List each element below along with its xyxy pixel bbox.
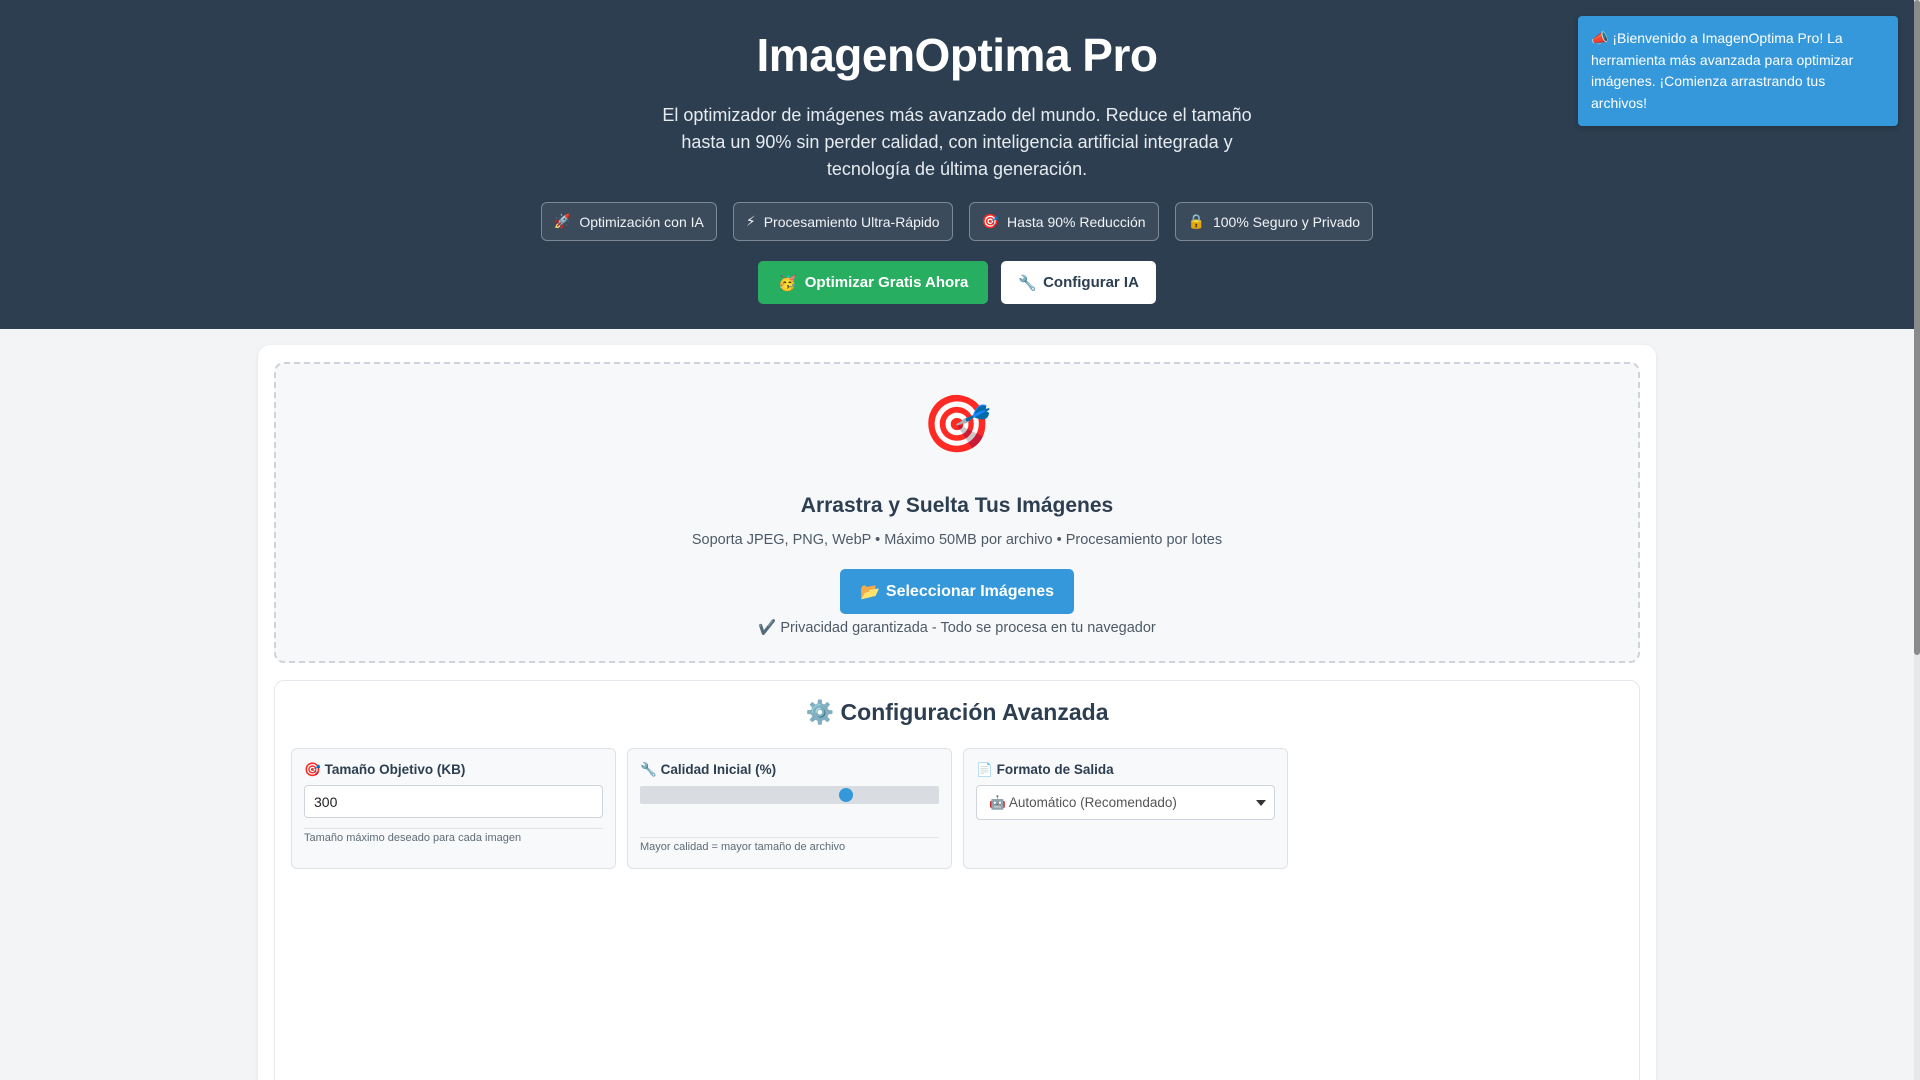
page-scrollbar[interactable] [1914, 0, 1920, 1080]
party-icon: 🥳 [778, 274, 797, 292]
output-format-value: 🤖 Automático (Recomendado) [989, 794, 1177, 810]
hero-actions: 🥳 Optimizar Gratis Ahora 🔧 Configurar IA [0, 261, 1914, 304]
feature-label: Procesamiento Ultra-Rápido [763, 213, 940, 230]
configure-ai-button[interactable]: 🔧 Configurar IA [1001, 261, 1156, 304]
configure-ai-label: Configurar IA [1043, 274, 1139, 291]
hero-subtitle: El optimizador de imágenes más avanzado … [662, 105, 1252, 179]
optimize-free-label: Optimizar Gratis Ahora [804, 274, 969, 291]
divider [640, 837, 939, 838]
chevron-down-icon [1256, 800, 1266, 806]
optimize-free-button[interactable]: 🥳 Optimizar Gratis Ahora [758, 261, 989, 304]
output-format-select[interactable]: 🤖 Automático (Recomendado) [976, 785, 1275, 820]
feature-label: Hasta 90% Reducción [1007, 213, 1146, 230]
quality-slider[interactable] [640, 786, 939, 804]
feature-label: 100% Seguro y Privado [1212, 213, 1361, 230]
privacy-text: Privacidad garantizada - Todo se procesa… [780, 620, 1156, 636]
target-icon: 🎯 [922, 392, 992, 455]
folder-icon: 📂 [859, 583, 880, 601]
document-icon: 📄 [976, 762, 993, 777]
config-title: ⚙️ Configuración Avanzada [275, 699, 1639, 726]
rocket-icon: 🚀 [553, 213, 572, 229]
wrench-icon: 🔧 [640, 762, 657, 777]
feature-badge-ai: 🚀 Optimización con IA [540, 202, 717, 241]
target-icon: 🎯 [981, 213, 999, 229]
select-images-label: Seleccionar Imágenes [885, 582, 1055, 600]
gear-icon: ⚙️ [805, 699, 835, 725]
scrollbar-thumb[interactable] [1914, 0, 1920, 655]
select-images-button[interactable]: 📂 Seleccionar Imágenes [839, 569, 1075, 614]
megaphone-icon: 📣 [1591, 30, 1609, 46]
feature-label: Optimización con IA [579, 213, 704, 230]
quality-slider-handle[interactable] [839, 788, 854, 802]
main-container: 🎯 Arrastra y Suelta Tus Imágenes Soporta… [258, 345, 1656, 1080]
lock-icon: 🔒 [1187, 213, 1205, 229]
dropzone-title: Arrastra y Suelta Tus Imágenes [800, 494, 1114, 517]
checkmark-icon: ✔️ [758, 620, 777, 636]
toast-text: ¡Bienvenido a ImagenOptima Pro! La herra… [1591, 30, 1854, 111]
feature-badge-security: 🔒 100% Seguro y Privado [1174, 202, 1374, 241]
quality-card: 🔧 Calidad Inicial (%) Mayor calidad = ma… [627, 748, 952, 869]
feature-badges: 🚀 Optimización con IA ⚡ Procesamiento Ul… [0, 202, 1914, 241]
wrench-icon: 🔧 [1018, 274, 1038, 292]
privacy-note: ✔️ Privacidad garantizada - Todo se proc… [276, 619, 1638, 636]
target-size-label-text: Tamaño Objetivo (KB) [324, 762, 466, 777]
feature-badge-speed: ⚡ Procesamiento Ultra-Rápido [732, 202, 953, 241]
quality-help: Mayor calidad = mayor tamaño de archivo [640, 841, 846, 853]
config-title-text: Configuración Avanzada [840, 699, 1109, 725]
format-label-text: Formato de Salida [996, 762, 1114, 777]
format-label: 📄 Formato de Salida [976, 762, 1114, 778]
target-size-card: 🎯 Tamaño Objetivo (KB) Tamaño máximo des… [291, 748, 616, 869]
quality-label: 🔧 Calidad Inicial (%) [640, 762, 776, 778]
target-size-help: Tamaño máximo deseado para cada imagen [304, 832, 522, 844]
target-size-input[interactable] [304, 785, 603, 818]
advanced-config-panel: ⚙️ Configuración Avanzada 🎯 Tamaño Objet… [274, 680, 1640, 1080]
lightning-icon: ⚡ [745, 213, 756, 229]
target-size-label: 🎯 Tamaño Objetivo (KB) [304, 762, 465, 778]
quality-label-text: Calidad Inicial (%) [660, 762, 777, 777]
format-card: 📄 Formato de Salida 🤖 Automático (Recome… [963, 748, 1288, 869]
dropzone-subtitle: Soporta JPEG, PNG, WebP • Máximo 50MB po… [691, 532, 1223, 548]
target-icon: 🎯 [304, 762, 321, 777]
feature-badge-reduction: 🎯 Hasta 90% Reducción [968, 202, 1159, 241]
image-dropzone[interactable]: 🎯 Arrastra y Suelta Tus Imágenes Soporta… [274, 362, 1640, 663]
divider [304, 828, 603, 829]
welcome-toast[interactable]: 📣 ¡Bienvenido a ImagenOptima Pro! La her… [1578, 16, 1898, 126]
